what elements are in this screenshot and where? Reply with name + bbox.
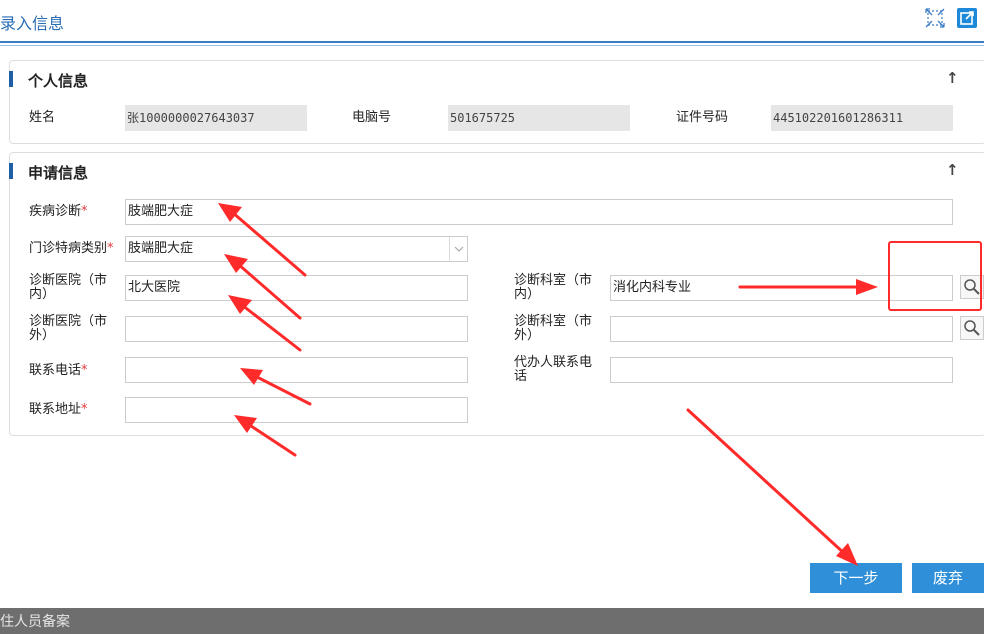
annotation-arrows bbox=[218, 203, 878, 566]
arrow-to-hospital-in bbox=[228, 295, 302, 352]
arrow-to-address bbox=[234, 415, 297, 457]
arrow-to-dept-search bbox=[738, 279, 878, 295]
arrow-to-next-button bbox=[686, 408, 858, 566]
arrow-to-phone bbox=[240, 368, 312, 406]
arrow-to-category bbox=[224, 254, 302, 320]
